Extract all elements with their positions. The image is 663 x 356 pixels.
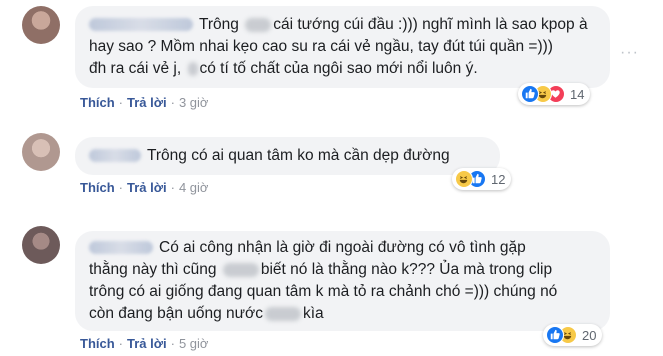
timestamp[interactable]: 5 giờ — [179, 336, 209, 351]
redacted-word — [222, 262, 259, 277]
comment-line: thằng này thì cũng biết nó là thằng nào … — [89, 259, 596, 281]
haha-icon — [455, 170, 473, 188]
separator-dot: · — [170, 180, 175, 195]
reaction-summary[interactable]: 20 — [543, 324, 603, 346]
separator-dot: · — [118, 95, 124, 110]
separator-dot: · — [118, 336, 124, 351]
avatar[interactable] — [22, 226, 60, 264]
comment-line: trông có ai giống đang quan tâm k mà tỏ … — [89, 281, 596, 303]
comment-text: trông có ai giống đang quan tâm k mà tỏ … — [89, 283, 558, 300]
comment-actions: Thích · Trả lời · 4 giờ — [80, 180, 208, 196]
reaction-summary[interactable]: 12 — [452, 168, 512, 190]
redacted-word — [264, 306, 301, 321]
redacted-word — [245, 17, 272, 32]
reaction-count: 12 — [491, 171, 506, 187]
comment-line: Có ai công nhận là giờ đi ngoài đường có… — [89, 237, 596, 259]
comment-text: có tí tố chất của ngôi sao mới nổi luôn … — [199, 60, 478, 77]
reply-link[interactable]: Trả lời — [127, 95, 167, 110]
comment-bubble: Trông có ai quan tâm ko mà cần dẹp đường — [75, 137, 500, 175]
comment-text: Có ai công nhận là giờ đi ngoài đường có… — [159, 239, 526, 256]
comment-line: còn đang bận uống nước kìa — [89, 303, 596, 325]
comment-actions: Thích · Trả lời · 3 giờ — [80, 95, 208, 111]
like-link[interactable]: Thích — [80, 95, 115, 110]
comment-text: biết nó là thằng nào k??? Ủa mà trong cl… — [260, 261, 553, 278]
avatar[interactable] — [22, 133, 60, 171]
author-name-redacted[interactable] — [89, 241, 153, 255]
comment-line: hay sao ? Mồm nhai kẹo cao su ra cái vẻ … — [89, 36, 596, 58]
author-name-redacted[interactable] — [89, 18, 193, 32]
comment-text: Trông — [199, 16, 244, 33]
avatar[interactable] — [22, 6, 60, 44]
comment-bubble: Trông cái tướng cúi đầu :))) nghĩ mình l… — [75, 6, 610, 88]
more-options-icon[interactable]: ··· — [620, 44, 639, 62]
comment-line: Trông cái tướng cúi đầu :))) nghĩ mình l… — [89, 14, 596, 36]
comment-actions: Thích · Trả lời · 5 giờ — [80, 336, 208, 352]
timestamp[interactable]: 3 giờ — [179, 95, 209, 110]
separator-dot: · — [118, 180, 124, 195]
reaction-count: 14 — [570, 86, 585, 102]
reply-link[interactable]: Trả lời — [127, 336, 167, 351]
comment-text: còn đang bận uống nước — [89, 305, 263, 322]
like-icon — [546, 326, 564, 344]
reaction-summary[interactable]: 14 — [518, 83, 591, 105]
timestamp[interactable]: 4 giờ — [179, 180, 209, 195]
separator-dot: · — [170, 336, 175, 351]
comment-bubble: Có ai công nhận là giờ đi ngoài đường có… — [75, 231, 610, 331]
comment-line: Trông có ai quan tâm ko mà cần dẹp đường — [89, 145, 486, 167]
reaction-count: 20 — [582, 327, 597, 343]
author-name-redacted[interactable] — [89, 149, 141, 163]
redacted-word — [187, 61, 198, 76]
comment-line: đh ra cái vẻ j, có tí tố chất của ngôi s… — [89, 58, 596, 80]
like-link[interactable]: Thích — [80, 180, 115, 195]
like-link[interactable]: Thích — [80, 336, 115, 351]
comment-text: kìa — [302, 305, 324, 322]
comment-text: Trông có ai quan tâm ko mà cần dẹp đường — [147, 147, 450, 164]
comment-text: hay sao ? Mồm nhai kẹo cao su ra cái vẻ … — [89, 38, 553, 55]
comment-text: đh ra cái vẻ j, — [89, 60, 186, 77]
like-icon — [521, 85, 539, 103]
comment-text: thằng này thì cũng — [89, 261, 221, 278]
separator-dot: · — [170, 95, 175, 110]
reply-link[interactable]: Trả lời — [127, 180, 167, 195]
comment-text: cái tướng cúi đầu :))) nghĩ mình là sao … — [273, 16, 588, 33]
